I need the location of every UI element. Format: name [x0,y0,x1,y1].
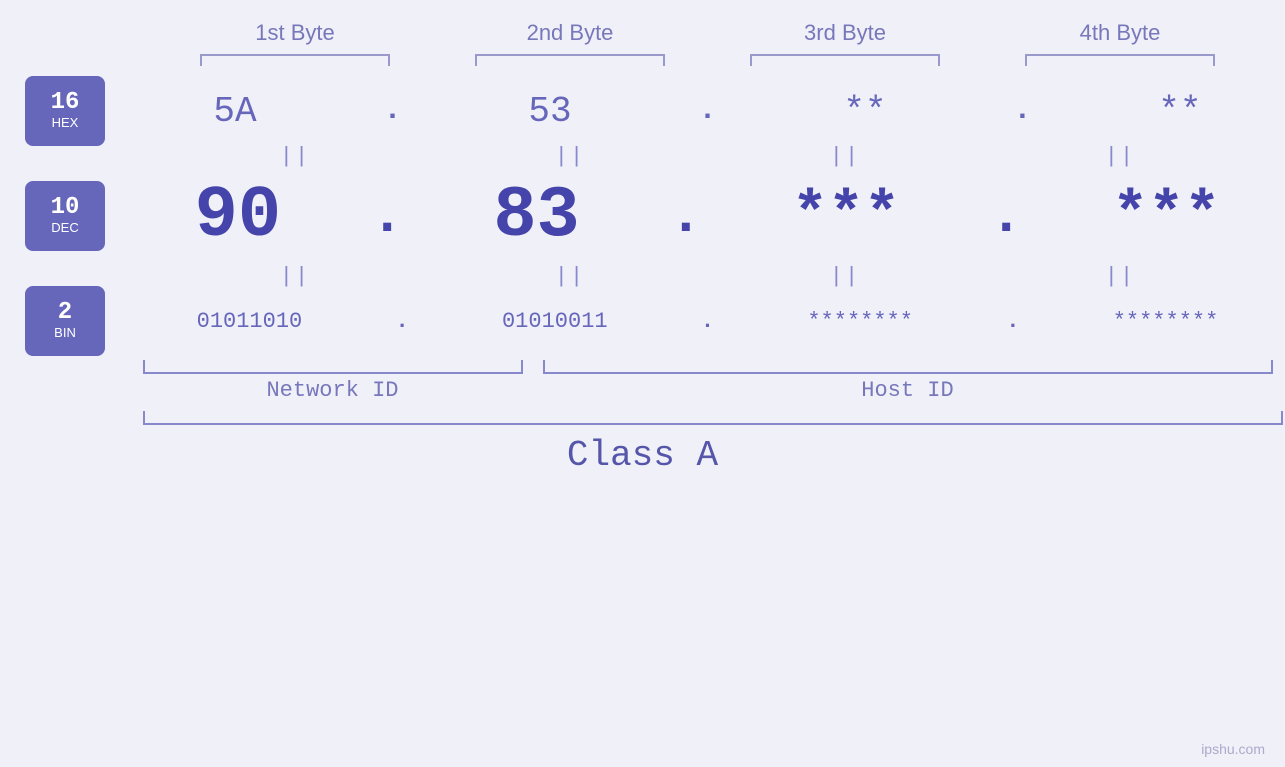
id-labels-row: Network ID Host ID [133,378,1283,403]
dec-badge: 10 DEC [25,181,105,251]
overall-bracket [143,411,1283,425]
main-container: 1st Byte 2nd Byte 3rd Byte 4th Byte 16 H… [0,0,1285,767]
sep-2-1: || [185,264,405,289]
dec-badge-container: 10 DEC [0,181,130,251]
bin-dot-1: . [396,309,409,334]
sep-1-1: || [185,144,405,169]
hex-data-row: 16 HEX 5A . 53 . ** . ** [0,76,1285,146]
bin-val-4: ******** [1113,309,1219,334]
bracket-1 [200,54,390,66]
hex-badge-label: HEX [52,115,79,131]
byte-header-3: 3rd Byte [735,20,955,46]
dec-dot-3: . [989,184,1023,248]
dec-badge-num: 10 [51,196,80,220]
bracket-4 [1025,54,1215,66]
sep-2-2: || [460,264,680,289]
network-bracket [143,360,523,374]
class-label: Class A [0,435,1285,476]
sep-1-2: || [460,144,680,169]
bin-val-1: 01011010 [197,309,303,334]
byte-header-2: 2nd Byte [460,20,680,46]
hex-val-2: 53 [528,91,571,132]
bin-data-row: 2 BIN 01011010 . 01010011 . ******** . *… [0,286,1285,356]
sep-row-2: || || || || [158,266,1258,286]
hex-values: 5A . 53 . ** . ** [130,91,1285,132]
bracket-2 [475,54,665,66]
bin-badge-num: 2 [58,301,72,325]
dec-val-1: 90 [195,175,281,257]
bin-values: 01011010 . 01010011 . ******** . *******… [130,309,1285,334]
dec-val-2: 83 [493,175,579,257]
sep-1-4: || [1010,144,1230,169]
byte-headers-row: 1st Byte 2nd Byte 3rd Byte 4th Byte [158,20,1258,46]
watermark: ipshu.com [1201,741,1265,757]
dec-badge-label: DEC [51,220,78,236]
sep-2-3: || [735,264,955,289]
sep-1-3: || [735,144,955,169]
hex-dot-3: . [1013,94,1031,128]
sep-2-4: || [1010,264,1230,289]
bin-dot-3: . [1006,309,1019,334]
byte-header-1: 1st Byte [185,20,405,46]
bottom-bracket-row [133,360,1283,374]
dec-dot-1: . [370,184,404,248]
hex-badge: 16 HEX [25,76,105,146]
bracket-spacer [523,360,543,374]
hex-val-4: ** [1158,91,1201,132]
host-bracket [543,360,1273,374]
network-id-label: Network ID [143,378,523,403]
dec-dot-2: . [669,184,703,248]
sep-row-1: || || || || [158,146,1258,166]
bracket-3 [750,54,940,66]
hex-val-3: ** [843,91,886,132]
top-bracket-row [158,54,1258,66]
overall-bracket-row [133,411,1283,425]
bin-val-2: 01010011 [502,309,608,334]
hex-val-1: 5A [213,91,256,132]
hex-dot-1: . [384,94,402,128]
bin-dot-2: . [701,309,714,334]
bin-badge-label: BIN [54,325,76,341]
dec-val-4: *** [1112,182,1220,250]
dec-values: 90 . 83 . *** . *** [130,175,1285,257]
dec-data-row: 10 DEC 90 . 83 . *** . *** [0,166,1285,266]
dec-val-3: *** [792,182,900,250]
hex-badge-container: 16 HEX [0,76,130,146]
hex-dot-2: . [698,94,716,128]
bin-badge: 2 BIN [25,286,105,356]
hex-badge-num: 16 [51,91,80,115]
bin-val-3: ******** [807,309,913,334]
host-id-label: Host ID [543,378,1273,403]
bin-badge-container: 2 BIN [0,286,130,356]
byte-header-4: 4th Byte [1010,20,1230,46]
